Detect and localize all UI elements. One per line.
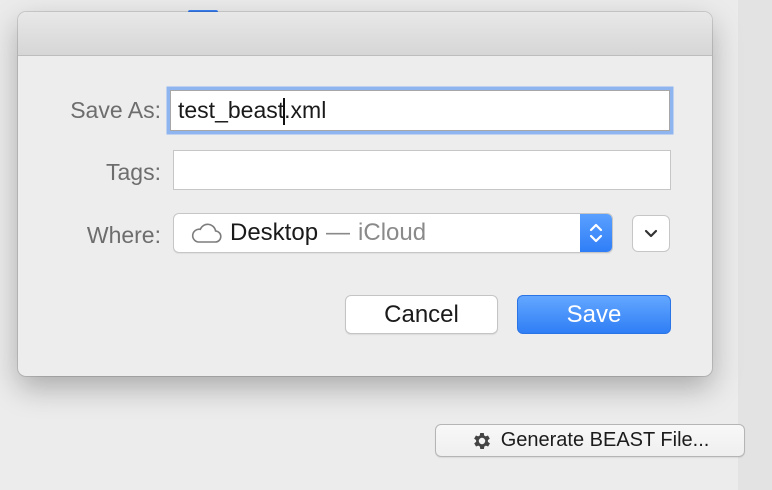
filename-text-after-caret: .xml — [284, 97, 327, 123]
dialog-titlebar — [18, 12, 712, 56]
cancel-button[interactable]: Cancel — [345, 295, 498, 334]
chevron-down-icon — [644, 229, 658, 237]
up-down-chevron-icon — [589, 223, 603, 243]
generate-beast-file-button[interactable]: Generate BEAST File... — [435, 424, 745, 457]
gear-icon — [473, 432, 490, 449]
where-label: Where: — [86, 222, 161, 248]
expand-dialog-button[interactable] — [632, 215, 670, 252]
save-button[interactable]: Save — [517, 295, 671, 334]
cloud-icon — [191, 223, 222, 243]
where-service-text: iCloud — [358, 219, 427, 246]
generate-button-label: Generate BEAST File... — [500, 429, 710, 451]
where-separator: — — [326, 219, 351, 246]
filename-input[interactable]: test_beast .xml — [170, 90, 670, 131]
filename-text-before-caret: test_beast — [178, 97, 285, 123]
tags-input[interactable] — [173, 150, 671, 190]
tags-label: Tags: — [106, 159, 161, 185]
save-as-label: Save As: — [70, 97, 161, 123]
save-dialog: Save As: test_beast .xml Tags: Where: Des… — [18, 12, 712, 376]
text-caret — [283, 98, 286, 125]
background-edge — [738, 0, 772, 490]
where-location-text: Desktop — [230, 219, 319, 246]
where-location-popup[interactable]: Desktop — iCloud — [173, 213, 613, 253]
popup-stepper[interactable] — [580, 214, 612, 252]
